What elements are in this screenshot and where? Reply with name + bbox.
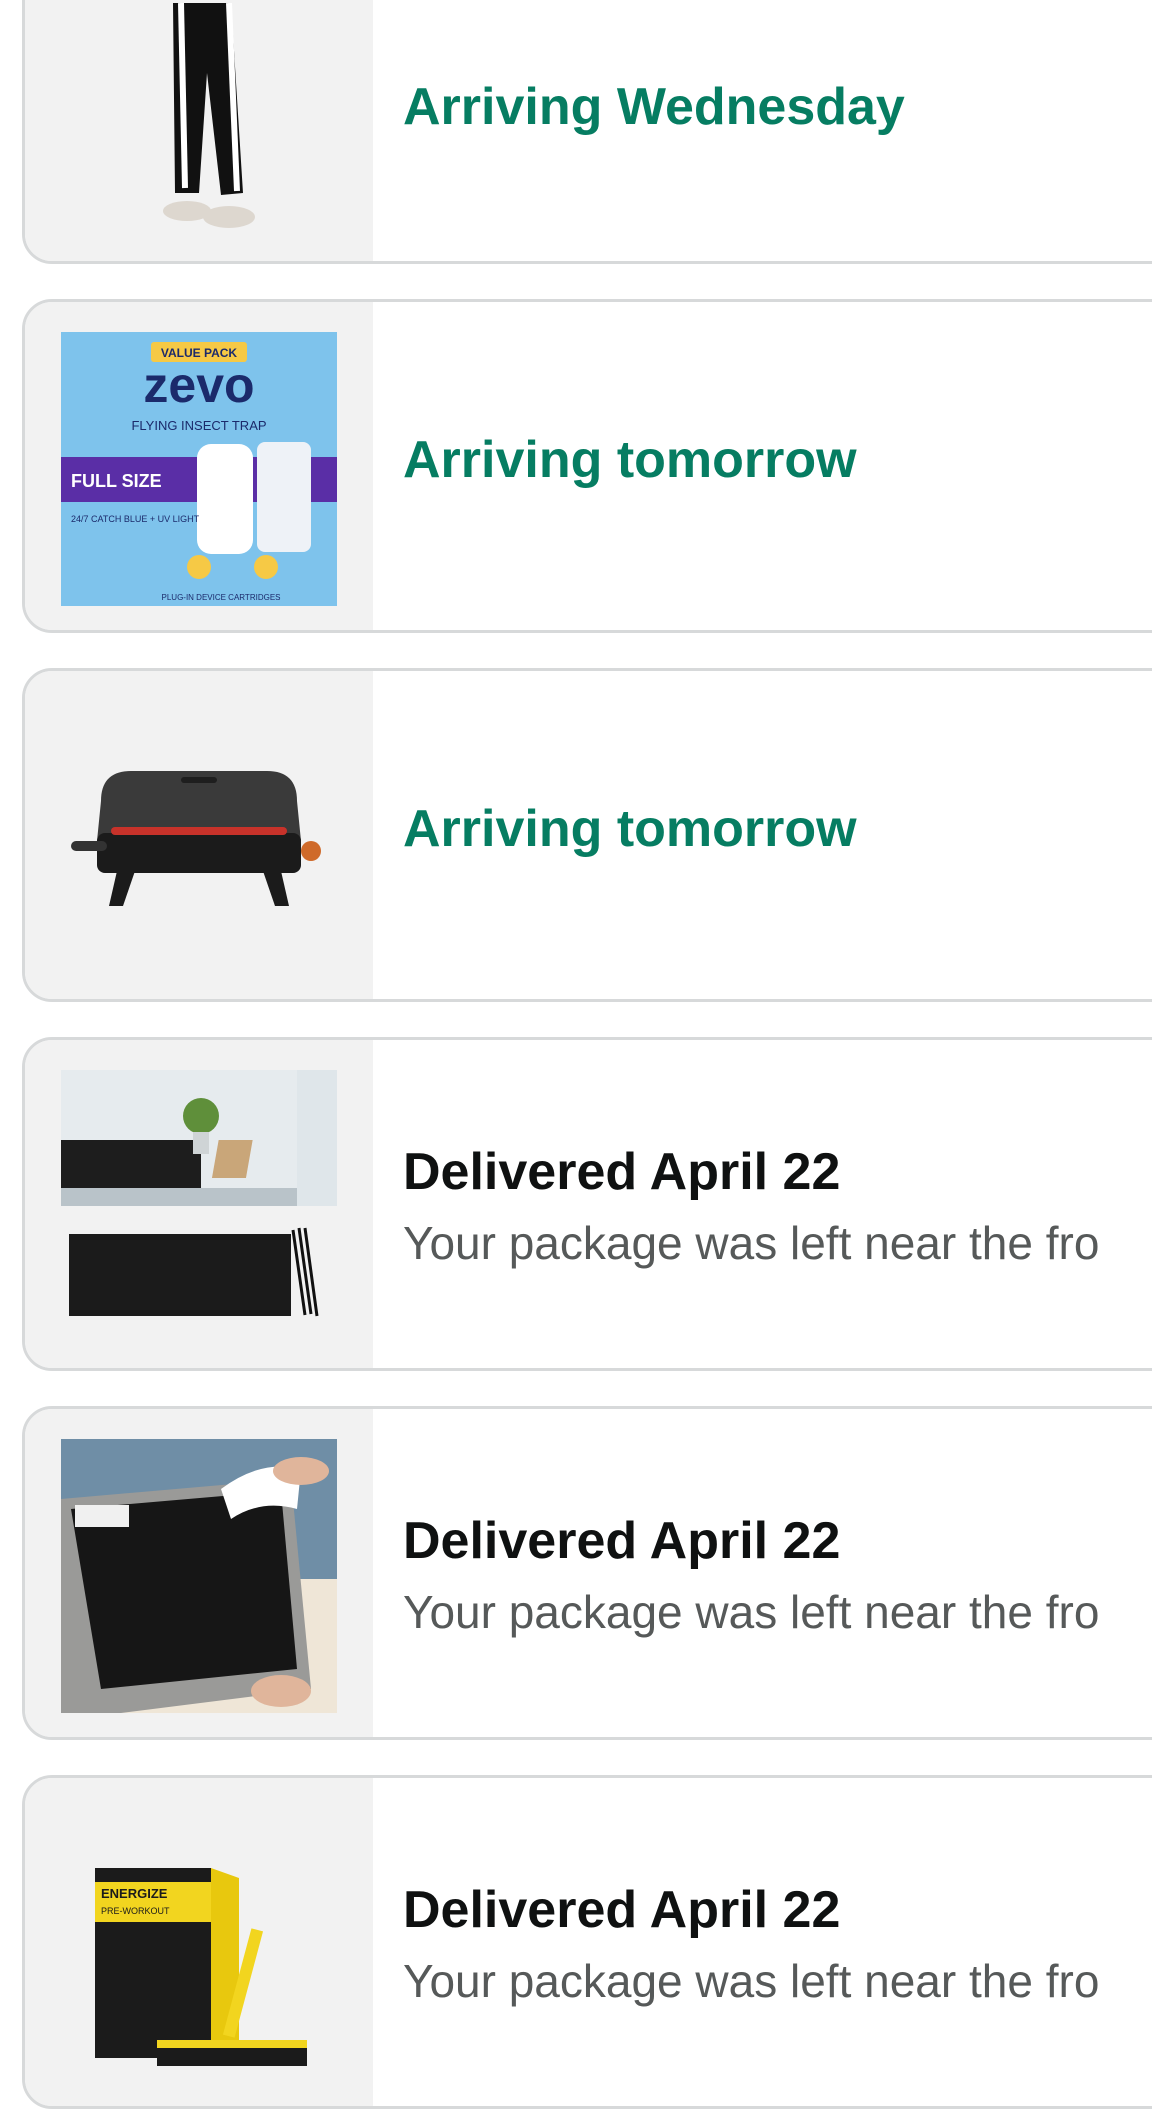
svg-text:FLYING INSECT TRAP: FLYING INSECT TRAP [131,418,266,433]
order-status: Arriving tomorrow [403,431,857,489]
svg-text:FULL SIZE: FULL SIZE [71,471,162,491]
order-card[interactable]: VALUE PACK zevo FLYING INSECT TRAP FULL … [22,299,1152,633]
pants-product-image [61,3,337,261]
svg-text:ENERGIZE: ENERGIZE [101,1886,168,1901]
product-thumbnail[interactable] [25,0,373,261]
product-thumbnail[interactable]: VALUE PACK zevo FLYING INSECT TRAP FULL … [25,302,373,630]
order-card[interactable]: Arriving Wednesday [22,0,1152,264]
svg-text:24/7 CATCH BLUE + UV LIGHT: 24/7 CATCH BLUE + UV LIGHT [71,514,200,524]
order-card[interactable]: Arriving tomorrow [22,668,1152,1002]
insect-trap-product-image: VALUE PACK zevo FLYING INSECT TRAP FULL … [61,332,337,606]
svg-text:zevo: zevo [143,357,254,413]
delivery-detail: Your package was left near the fro [403,1217,1100,1269]
delivery-detail: Your package was left near the fro [403,1955,1100,2007]
preworkout-product-image: ENERGIZE PRE-WORKOUT [61,1808,337,2082]
svg-text:PLUG-IN DEVICE CARTRIDGES: PLUG-IN DEVICE CARTRIDGES [162,593,281,602]
order-status: Delivered April 22 [403,1881,841,1939]
rug-gripper-product-image [61,1439,337,1713]
product-thumbnail[interactable] [25,1409,373,1737]
order-card[interactable]: ENERGIZE PRE-WORKOUT Delivered April 22 … [22,1775,1152,2109]
order-card[interactable]: Delivered April 22 Your package was left… [22,1037,1152,1371]
product-thumbnail[interactable] [25,671,373,999]
order-status: Delivered April 22 [403,1143,841,1201]
order-status: Delivered April 22 [403,1512,841,1570]
delivery-detail: Your package was left near the fro [403,1586,1100,1638]
balcony-screen-product-image [61,1070,337,1344]
product-thumbnail[interactable]: ENERGIZE PRE-WORKOUT [25,1778,373,2106]
order-card[interactable]: Delivered April 22 Your package was left… [22,1406,1152,1740]
order-status: Arriving Wednesday [403,78,905,136]
order-status: Arriving tomorrow [403,800,857,858]
svg-text:PRE-WORKOUT: PRE-WORKOUT [101,1906,170,1916]
product-thumbnail[interactable] [25,1040,373,1368]
grill-product-image [61,701,337,975]
